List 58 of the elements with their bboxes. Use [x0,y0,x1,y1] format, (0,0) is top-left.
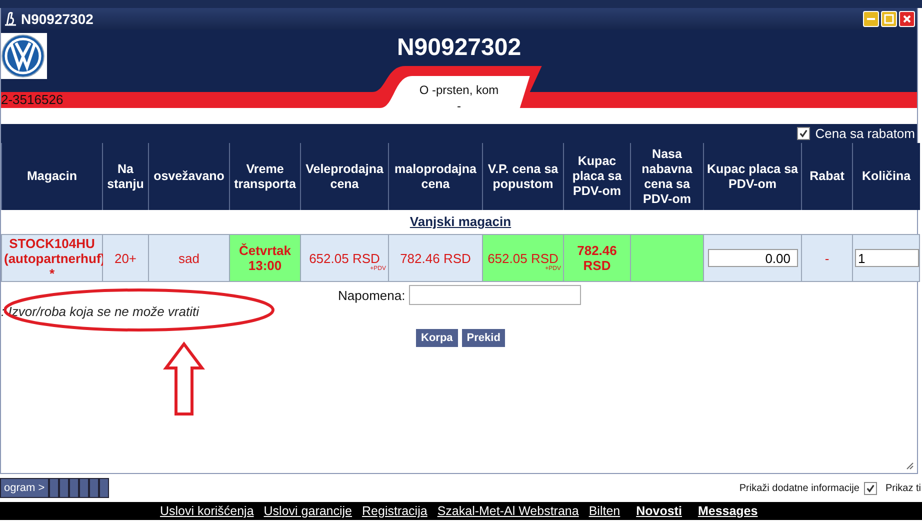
table-cell: STOCK104HU (autopartnerhuf) * [2,234,102,282]
taskbar-slot[interactable] [58,478,69,498]
part-number-title: N90927302 [396,33,522,62]
column-header: Nasa nabavna cena sa PDV-om [630,143,704,210]
footer-link[interactable]: Registracija [362,504,428,518]
window-title: N90927302 [21,11,94,27]
group-label: Vanjski magacin [410,214,512,229]
column-header: osvežavano [148,143,230,210]
column-header: Rabat [802,143,852,210]
display-label: Prikaz ti [885,482,922,494]
column-header: maloprodajna cena [388,143,482,210]
phone-number: 2-3516526 [1,92,64,108]
maximize-icon [884,14,894,24]
part-subtitle: - [457,98,461,114]
footer-link[interactable]: Uslovi garancije [264,504,352,518]
note-label: Napomena: [338,288,406,302]
info-label: Prikaži dodatne informacije [739,482,860,494]
table-cell: 782.46 RSD [564,234,630,282]
amount-input[interactable]: 0.00 [708,249,798,267]
legend-text: : Izvor/roba koja se ne može vratiti [1,304,200,319]
discount-checkbox[interactable] [797,127,810,140]
footer-link[interactable]: Uslovi korišćenja [160,504,254,518]
quantity-input[interactable]: 1 [855,249,919,267]
taskbar-slot[interactable] [88,478,99,498]
taskbar-slot[interactable] [98,478,109,498]
program-button[interactable]: ogram > [0,478,49,498]
table-cell: sad [148,234,230,282]
column-header: Na stanju [102,143,148,210]
resize-grip-icon [906,462,914,470]
part-name: O -prsten, kom [419,82,499,98]
table-cell: 20+ [102,234,148,282]
footer-link[interactable]: Messages [698,504,758,518]
column-header: Kupac placa sa PDV-om [704,143,802,210]
action-button[interactable]: Korpa [416,329,458,347]
column-header: V.P. cena sa popustom [482,143,564,210]
taskbar-slot[interactable] [68,478,79,498]
script-icon [4,12,18,26]
table-cell: 782.46 RSD [388,234,482,282]
action-button[interactable]: Prekid [462,329,506,347]
car-brand-logo-icon [1,33,47,79]
footer-link[interactable]: Novosti [636,504,682,518]
column-header: Magacin [2,143,102,210]
close-button[interactable] [899,11,915,27]
footer-link[interactable]: Bilten [588,504,620,518]
info-checkbox[interactable] [864,482,878,494]
column-header: Vreme transporta [230,143,300,210]
table-cell: - [802,234,852,282]
minimize-button[interactable] [863,11,879,27]
column-header: Veleprodajna cena [300,143,388,210]
column-header: Količina [852,143,920,210]
footer-link[interactable]: Szakal-Met-Al Webstrana [437,504,579,518]
taskbar-slot[interactable] [78,478,89,498]
discount-label: Cena sa rabatom [815,126,915,141]
column-header: Kupac placa sa PDV-om [564,143,630,210]
note-input[interactable] [409,285,582,305]
close-icon [902,14,912,24]
taskbar-slot[interactable] [48,478,59,498]
table-cell: Četvrtak 13:00 [230,234,300,282]
